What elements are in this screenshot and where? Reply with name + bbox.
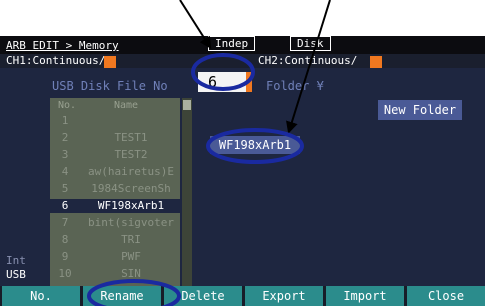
list-item-name: 1984ScreenSh — [91, 182, 171, 195]
close-softkey[interactable]: Close — [407, 286, 485, 306]
list-item-name: TRI — [121, 233, 141, 246]
list-item-name: WF198xArb1 — [97, 199, 165, 212]
ch1-status-label: CH1:Continuous/ — [6, 54, 106, 67]
list-item[interactable]: 10 SIN — [50, 267, 180, 281]
file-no-input[interactable]: 6 — [198, 72, 252, 92]
list-item-number: 5 — [61, 182, 69, 195]
selected-file-name: WF198xArb1 — [210, 136, 300, 154]
list-item-number: 7 — [61, 216, 69, 229]
usb-memory-label: USB — [0, 268, 42, 284]
list-item-number: 8 — [61, 233, 69, 246]
delete-softkey[interactable]: Delete — [164, 286, 242, 306]
export-softkey[interactable]: Export — [245, 286, 323, 306]
list-item[interactable]: 6 WF198xArb1 — [50, 199, 180, 213]
list-item-name: SIN — [121, 267, 141, 280]
ch1-output-indicator-icon — [104, 56, 116, 68]
list-item-name: TEST1 — [114, 131, 148, 144]
folder-label: Folder ¥ — [266, 79, 324, 93]
list-item-number: 9 — [61, 250, 69, 263]
list-item-name: PWF — [121, 250, 141, 263]
list-item-number: 2 — [61, 131, 69, 144]
list-item-name: aw(hairetus)E — [87, 165, 175, 178]
list-item-number: 6 — [61, 199, 69, 212]
disk-tab[interactable]: Disk — [290, 36, 331, 51]
scrollbar-thumb[interactable] — [183, 100, 191, 110]
list-item[interactable]: 2 TEST1 — [50, 131, 180, 145]
list-item[interactable]: 3 TEST2 — [50, 148, 180, 162]
list-item-number: 4 — [61, 165, 69, 178]
ch2-output-indicator-icon — [370, 56, 382, 68]
file-list-scrollbar[interactable] — [182, 98, 192, 288]
no-softkey[interactable]: No. — [2, 286, 80, 306]
breadcrumb: ARB EDIT > Memory — [6, 39, 119, 52]
new-folder-button[interactable]: New Folder — [378, 100, 462, 120]
list-item[interactable]: 8 TRI — [50, 233, 180, 247]
list-item[interactable]: 7 bint(sigvoter — [50, 216, 180, 230]
list-item-number: 1 — [61, 114, 69, 127]
column-no-header: No. — [58, 100, 77, 111]
list-item[interactable]: 4 aw(hairetus)E — [50, 165, 180, 179]
column-name-header: Name — [114, 100, 139, 111]
rename-softkey[interactable]: Rename — [83, 286, 161, 306]
ch2-status: CH2:Continuous/ — [258, 54, 358, 67]
usb-disk-title: USB Disk File No — [52, 79, 168, 93]
list-item[interactable]: 9 PWF — [50, 250, 180, 264]
indep-tab[interactable]: Indep — [208, 36, 256, 51]
lcd-screen: ARB EDIT > Memory Indep Disk CH1:Continu… — [0, 36, 485, 306]
list-item-name: bint(sigvoter — [87, 216, 175, 229]
ch1-status: CH1:Continuous/ — [6, 54, 105, 67]
list-item-number: 3 — [61, 148, 69, 161]
list-item-name: TEST2 — [114, 148, 148, 161]
list-item[interactable]: 1 — [50, 114, 180, 128]
int-memory-label: Int — [6, 254, 26, 267]
file-list[interactable]: No. Name 1 2 TEST1 3 TEST2 4 aw(hairetus)E 5 198… — [50, 98, 180, 288]
import-softkey[interactable]: Import — [326, 286, 404, 306]
list-item-number: 10 — [58, 267, 72, 280]
list-item[interactable]: 5 1984ScreenSh — [50, 182, 180, 196]
